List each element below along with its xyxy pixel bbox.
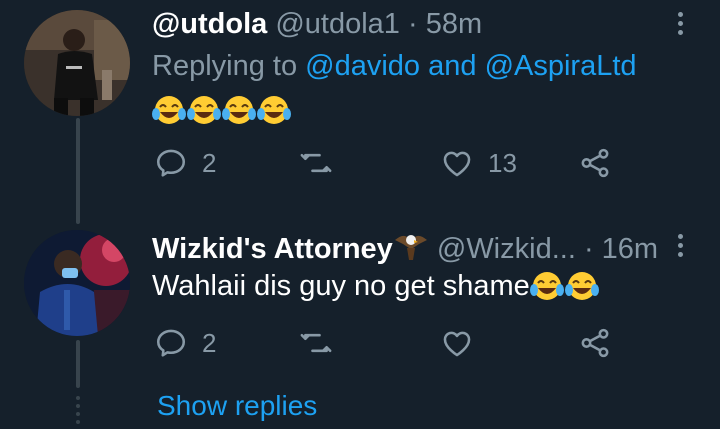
share-button[interactable] [578,326,612,360]
replying-to: Replying to @davido and @AspiraLtd [152,50,637,83]
face-with-tears-of-joy-icon [564,270,600,303]
reply-count: 2 [202,147,217,178]
avatar[interactable] [24,10,130,116]
like-button[interactable]: 13 [440,146,517,180]
share-button[interactable] [578,146,612,180]
thread-line [76,118,80,224]
tweet-header: @utdola @utdola1 · 58m [152,8,482,41]
more-options-icon[interactable] [676,234,684,257]
like-button[interactable] [440,326,488,360]
avatar[interactable] [24,230,130,336]
eagle-icon [393,230,429,262]
face-with-tears-of-joy-icon [257,94,292,127]
tweet-actions: 2 [152,326,622,366]
tweet-actions: 2 13 [152,146,622,186]
reply-button[interactable]: 2 [154,146,216,180]
reply-count: 2 [202,327,217,358]
user-handle[interactable]: @Wizkid... [437,233,576,265]
mention-link[interactable]: @AspiraLtd [485,50,637,82]
retweet-icon [300,153,332,173]
tweet-text-content: Wahlaii dis guy no get shame [152,270,530,302]
face-with-tears-of-joy-icon [152,94,187,127]
face-with-tears-of-joy-icon [187,94,222,127]
more-options-icon[interactable] [676,12,684,35]
tweet-header: Wizkid's Attorney @Wizkid... · 16m [152,230,658,266]
heart-icon [443,331,471,357]
face-with-tears-of-joy-icon [529,270,565,303]
share-icon [581,328,609,358]
face-with-tears-of-joy-icon [222,94,257,127]
timestamp[interactable]: · 58m [408,8,482,40]
replying-to-prefix: Replying to [152,50,298,82]
retweet-button[interactable] [298,146,348,180]
tweet-text [152,94,292,127]
tweet-text: Wahlaii dis guy no get shame [152,270,600,303]
heart-icon [443,151,471,177]
replying-to-and[interactable]: and [428,50,476,82]
reply-button[interactable]: 2 [154,326,216,360]
reply-icon [156,149,186,177]
display-name[interactable]: Wizkid's Attorney [152,233,393,265]
show-replies-link[interactable]: Show replies [157,390,317,422]
thread-line [76,340,80,388]
like-count: 13 [488,147,517,178]
retweet-button[interactable] [298,326,348,360]
mention-link[interactable]: @davido [305,50,420,82]
reply-icon [156,329,186,357]
user-handle[interactable]: @utdola1 [275,8,400,40]
display-name[interactable]: @utdola [152,8,267,40]
timestamp[interactable]: · 16m [584,233,658,265]
thread-continuation-dots [76,396,80,424]
share-icon [581,148,609,178]
retweet-icon [300,333,332,353]
